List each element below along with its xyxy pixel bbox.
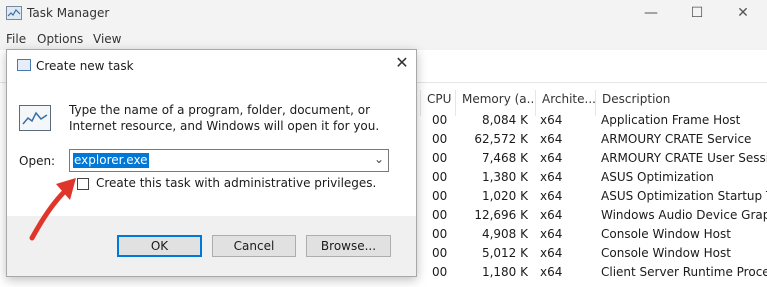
task-manager-icon — [6, 6, 22, 20]
cell-description: Console Window Host — [601, 227, 731, 241]
menu-view[interactable]: View — [93, 32, 121, 46]
window-title: Task Manager — [27, 6, 110, 20]
cell-arch: x64 — [540, 170, 563, 184]
cell-memory: 8,084 K — [481, 113, 528, 127]
cell-arch: x64 — [540, 151, 563, 165]
cell-arch: x64 — [540, 265, 563, 279]
cell-memory: 1,180 K — [481, 265, 528, 279]
cell-cpu: 00 — [432, 227, 448, 241]
admin-privileges-label[interactable]: Create this task with administrative pri… — [96, 176, 376, 190]
cell-cpu: 00 — [432, 132, 448, 146]
cell-memory: 4,908 K — [481, 227, 528, 241]
browse-button[interactable]: Browse... — [306, 235, 391, 257]
cell-memory: 1,020 K — [481, 189, 528, 203]
run-icon — [17, 59, 31, 71]
cell-memory: 62,572 K — [474, 132, 528, 146]
menu-bar: File Options View — [0, 29, 767, 49]
cell-description: ARMOURY CRATE Service — [601, 132, 752, 146]
chevron-down-icon[interactable]: ⌄ — [374, 152, 384, 166]
task-manager-titlebar: Task Manager — ☐ ✕ — [0, 0, 767, 27]
cell-arch: x64 — [540, 132, 563, 146]
cell-cpu: 00 — [432, 151, 448, 165]
cell-description: Application Frame Host — [601, 113, 741, 127]
menu-options[interactable]: Options — [37, 32, 83, 46]
open-combobox[interactable]: explorer.exe ⌄ — [69, 149, 389, 172]
menu-file[interactable]: File — [6, 32, 26, 46]
cell-description: Windows Audio Device Grap — [601, 208, 767, 222]
minimize-button[interactable]: — — [628, 0, 674, 27]
cell-arch: x64 — [540, 113, 563, 127]
annotation-arrow — [29, 178, 76, 241]
open-label: Open: — [19, 154, 56, 168]
cell-memory: 12,696 K — [474, 208, 528, 222]
open-input-value[interactable]: explorer.exe — [73, 153, 149, 168]
cell-description: ARMOURY CRATE User Sessi — [601, 151, 767, 165]
dialog-description: Type the name of a program, folder, docu… — [69, 103, 380, 133]
cell-cpu: 00 — [432, 246, 448, 260]
cell-cpu: 00 — [432, 170, 448, 184]
cell-memory: 7,468 K — [481, 151, 528, 165]
maximize-button[interactable]: ☐ — [674, 0, 720, 27]
close-button[interactable]: ✕ — [720, 0, 766, 27]
cancel-button[interactable]: Cancel — [212, 235, 296, 257]
cell-description: Client Server Runtime Proces — [601, 265, 767, 279]
cell-arch: x64 — [540, 208, 563, 222]
ok-button[interactable]: OK — [117, 235, 202, 257]
cell-arch: x64 — [540, 227, 563, 241]
cell-arch: x64 — [540, 189, 563, 203]
cell-arch: x64 — [540, 246, 563, 260]
cell-memory: 5,012 K — [481, 246, 528, 260]
dialog-title: Create new task — [36, 59, 134, 73]
cell-memory: 1,380 K — [481, 170, 528, 184]
cell-cpu: 00 — [432, 189, 448, 203]
cell-cpu: 00 — [432, 113, 448, 127]
cell-description: ASUS Optimization — [601, 170, 714, 184]
task-manager-graph-icon — [19, 105, 51, 131]
cell-cpu: 00 — [432, 208, 448, 222]
dialog-close-button[interactable]: ✕ — [393, 54, 411, 72]
cell-cpu: 00 — [432, 265, 448, 279]
cell-description: ASUS Optimization Startup T — [601, 189, 767, 203]
cell-description: Console Window Host — [601, 246, 731, 260]
